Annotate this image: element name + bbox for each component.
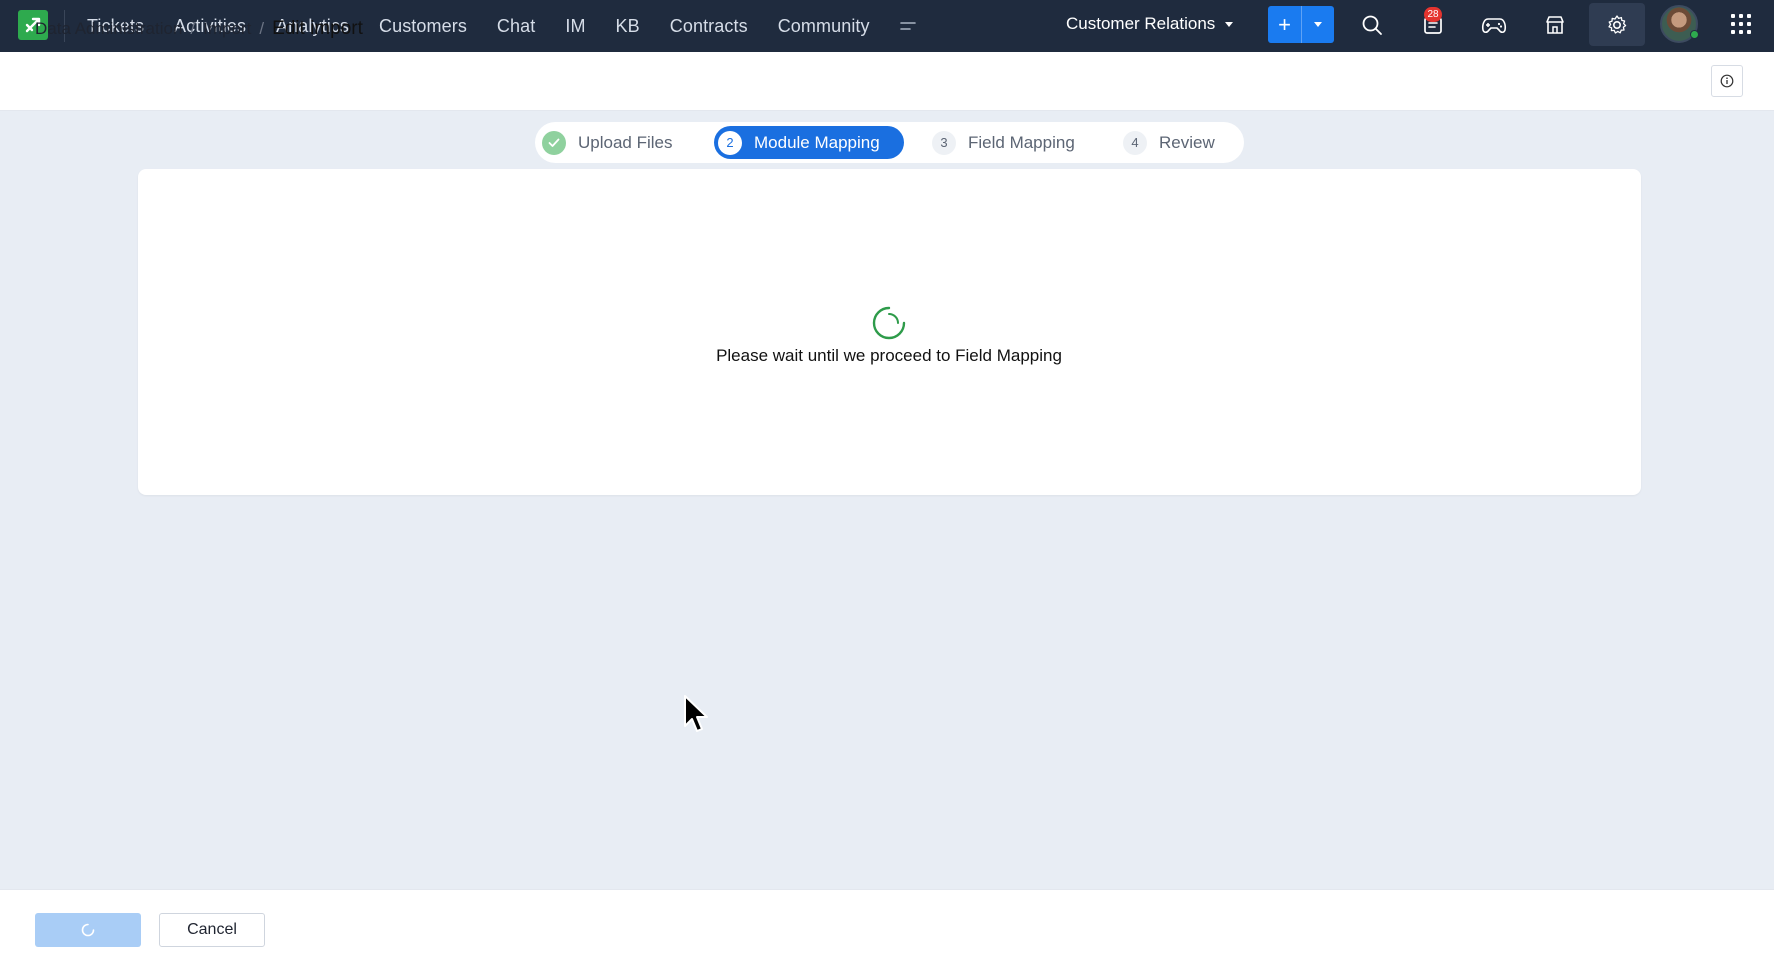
nav-kb[interactable]: KB — [601, 0, 655, 52]
wait-message: Please wait until we proceed to Field Ma… — [716, 346, 1062, 365]
cancel-button[interactable]: Cancel — [159, 913, 265, 947]
step-review[interactable]: 4 Review — [1123, 126, 1215, 159]
loading-spinner-icon — [81, 923, 95, 937]
department-switcher[interactable]: Customer Relations — [1066, 0, 1234, 48]
step-upload-files[interactable]: Upload Files — [542, 126, 673, 159]
online-status-indicator — [1690, 30, 1699, 39]
info-icon — [1720, 74, 1734, 88]
step-label: Module Mapping — [754, 132, 880, 152]
step-field-mapping[interactable]: 3 Field Mapping — [932, 126, 1075, 159]
nav-im[interactable]: IM — [550, 0, 600, 52]
settings-button[interactable] — [1589, 3, 1645, 46]
gear-icon — [1608, 14, 1627, 34]
step-label: Review — [1159, 132, 1215, 152]
more-menu-icon[interactable] — [885, 0, 933, 52]
check-icon — [542, 130, 566, 155]
add-dropdown-button[interactable] — [1302, 6, 1334, 43]
department-name: Customer Relations — [1066, 14, 1216, 33]
step-number: 2 — [718, 130, 742, 155]
mouse-cursor-icon — [684, 695, 708, 732]
page-header — [0, 52, 1774, 111]
footer-bar — [0, 889, 1774, 969]
chevron-down-icon — [1314, 22, 1322, 27]
chevron-down-icon — [1225, 21, 1234, 27]
page-title: Edit import — [272, 18, 363, 39]
plus-icon[interactable]: + — [1268, 6, 1302, 43]
nav-chat[interactable]: Chat — [482, 0, 550, 52]
nav-community[interactable]: Community — [763, 0, 885, 52]
next-button[interactable] — [35, 913, 141, 947]
breadcrumb-import[interactable]: Import — [203, 19, 251, 39]
breadcrumb-separator: / — [259, 19, 265, 38]
breadcrumb-data-administration[interactable]: Data Administration — [35, 19, 182, 39]
breadcrumb-separator: / — [190, 19, 196, 38]
search-icon[interactable] — [1357, 10, 1387, 40]
step-number: 3 — [932, 130, 956, 155]
marketplace-icon[interactable] — [1540, 10, 1570, 40]
gamepad-icon[interactable] — [1479, 10, 1509, 40]
step-module-mapping[interactable]: 2 Module Mapping — [714, 126, 904, 159]
loading-spinner-icon — [872, 306, 906, 340]
nav-contracts[interactable]: Contracts — [655, 0, 763, 52]
step-label: Field Mapping — [968, 132, 1075, 152]
nav-customers[interactable]: Customers — [364, 0, 482, 52]
step-number: 4 — [1123, 130, 1147, 155]
apps-grid-icon[interactable] — [1731, 14, 1751, 34]
step-label: Upload Files — [578, 132, 673, 152]
notification-badge: 28 — [1424, 7, 1442, 22]
breadcrumb: Data Administration / Import / Edit impo… — [35, 18, 363, 40]
add-new-button[interactable]: + — [1268, 6, 1334, 43]
import-stepper: Upload Files 2 Module Mapping 3 Field Ma… — [535, 122, 1244, 163]
info-button[interactable] — [1711, 65, 1743, 97]
